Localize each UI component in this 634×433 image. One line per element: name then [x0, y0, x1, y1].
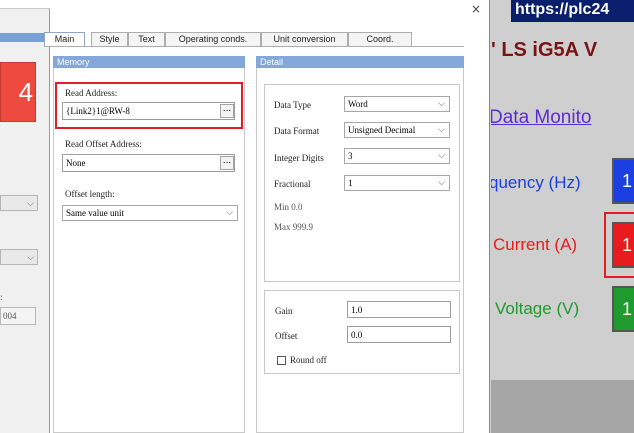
min-value-text: Min 0.0 — [274, 202, 303, 212]
gain-input[interactable]: 1.0 — [347, 301, 451, 318]
offset-length-select[interactable]: Same value unit ⌵ — [62, 205, 238, 221]
left-panel-select-1[interactable]: ⌵ — [0, 195, 38, 211]
left-panel-select-2[interactable]: ⌵ — [0, 249, 38, 265]
left-properties-panel: 4 ⌵ ⌵ : 004 — [0, 0, 50, 433]
tab-text[interactable]: Text — [128, 32, 165, 46]
offset-label: Offset — [275, 331, 298, 341]
chevron-down-icon: ⌵ — [438, 151, 445, 161]
left-panel-titlebar — [0, 0, 50, 9]
data-type-label: Data Type — [274, 100, 311, 110]
data-type-select[interactable]: Word ⌵ — [344, 96, 450, 112]
chevron-down-icon: ⌵ — [438, 125, 445, 135]
data-format-value: Unsigned Decimal — [348, 125, 416, 135]
offset-length-label: Offset length: — [65, 189, 115, 199]
round-off-label: Round off — [290, 355, 327, 365]
integer-digits-value: 3 — [348, 151, 353, 161]
tab-main[interactable]: Main — [44, 32, 85, 47]
voltage-value-tile: 1 — [612, 286, 634, 332]
chevron-down-icon: ⌵ — [27, 198, 34, 208]
offset-input[interactable]: 0.0 — [347, 326, 451, 343]
fractional-select[interactable]: 1 ⌵ — [344, 175, 450, 191]
max-value-text: Max 999.9 — [274, 222, 313, 232]
page-heading: ' LS iG5A V — [491, 39, 598, 61]
voltage-label: Voltage (V) — [495, 299, 580, 318]
data-format-label: Data Format — [274, 126, 320, 136]
current-label: Current (A) — [493, 235, 578, 254]
memory-section-header: Memory — [53, 56, 245, 68]
frequency-value-tile: 1 — [612, 158, 634, 204]
left-panel-section-header — [0, 33, 50, 42]
current-value-tile: 1 — [612, 222, 634, 268]
frequency-label: quency (Hz) — [491, 173, 581, 192]
chevron-down-icon: ⌵ — [438, 99, 445, 109]
data-format-select[interactable]: Unsigned Decimal ⌵ — [344, 122, 450, 138]
chevron-down-icon: ⌵ — [226, 208, 233, 218]
fractional-label: Fractional — [274, 179, 311, 189]
read-address-input[interactable]: {Link2}1@RW-8 — [62, 102, 235, 120]
tab-operating-conds[interactable]: Operating conds. — [165, 32, 261, 46]
integer-digits-select[interactable]: 3 ⌵ — [344, 148, 450, 164]
left-panel-field-fragment[interactable]: 004 — [0, 307, 36, 325]
close-icon[interactable]: × — [471, 2, 481, 16]
read-address-browse-button[interactable]: ... — [220, 104, 234, 118]
left-panel-preview-tile: 4 — [0, 62, 36, 122]
tab-coord[interactable]: Coord. — [348, 32, 412, 46]
gain-label: Gain — [275, 306, 293, 316]
display-properties-dialog: × Main Style Text Operating conds. Unit … — [44, 0, 490, 433]
detail-section-header: Detail — [256, 56, 464, 68]
tab-style[interactable]: Style — [91, 32, 128, 46]
data-monitor-link[interactable]: Data Monito — [491, 107, 591, 129]
offset-length-value: Same value unit — [66, 208, 124, 218]
left-panel-label-fragment: : — [0, 292, 3, 302]
fractional-value: 1 — [348, 178, 353, 188]
url-banner[interactable]: https://plc24 — [511, 0, 634, 22]
read-offset-address-label: Read Offset Address: — [65, 139, 142, 149]
background-bottom-bar — [491, 380, 634, 433]
tab-unit-conversion[interactable]: Unit conversion — [261, 32, 348, 46]
background-webpage: https://plc24 ' LS iG5A V Data Monito qu… — [491, 0, 634, 433]
read-address-label: Read Address: — [65, 88, 118, 98]
chevron-down-icon: ⌵ — [27, 252, 34, 262]
integer-digits-label: Integer Digits — [274, 153, 324, 163]
data-type-value: Word — [348, 99, 368, 109]
round-off-checkbox[interactable] — [277, 356, 286, 365]
read-offset-address-input[interactable]: None — [62, 154, 235, 172]
read-offset-browse-button[interactable]: ... — [220, 156, 234, 170]
chevron-down-icon: ⌵ — [438, 178, 445, 188]
